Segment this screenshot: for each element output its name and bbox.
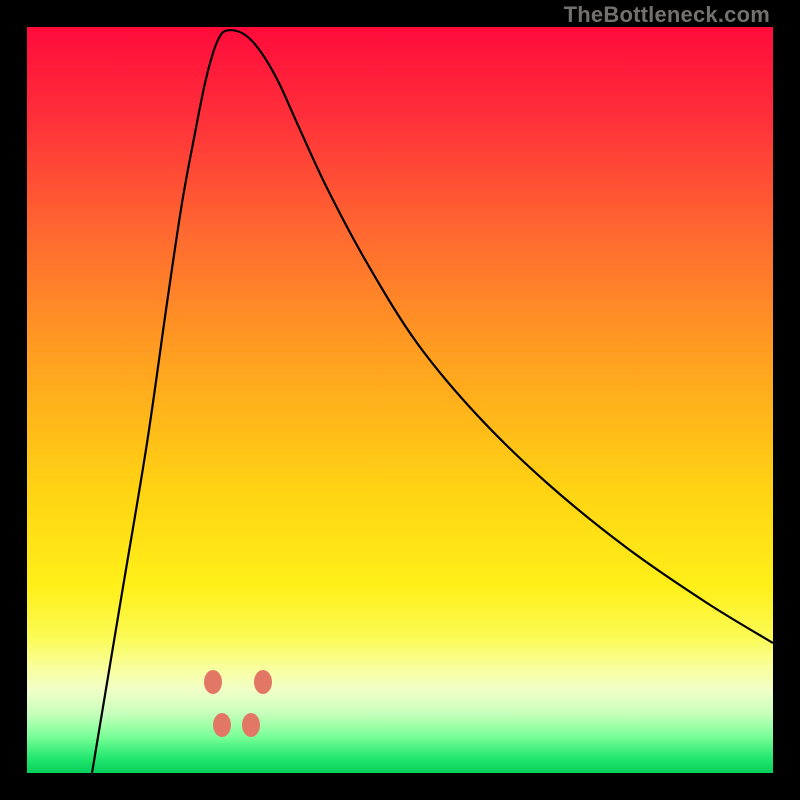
chart-frame — [27, 27, 773, 773]
watermark-text: TheBottleneck.com — [564, 2, 770, 28]
background-gradient — [27, 27, 773, 773]
